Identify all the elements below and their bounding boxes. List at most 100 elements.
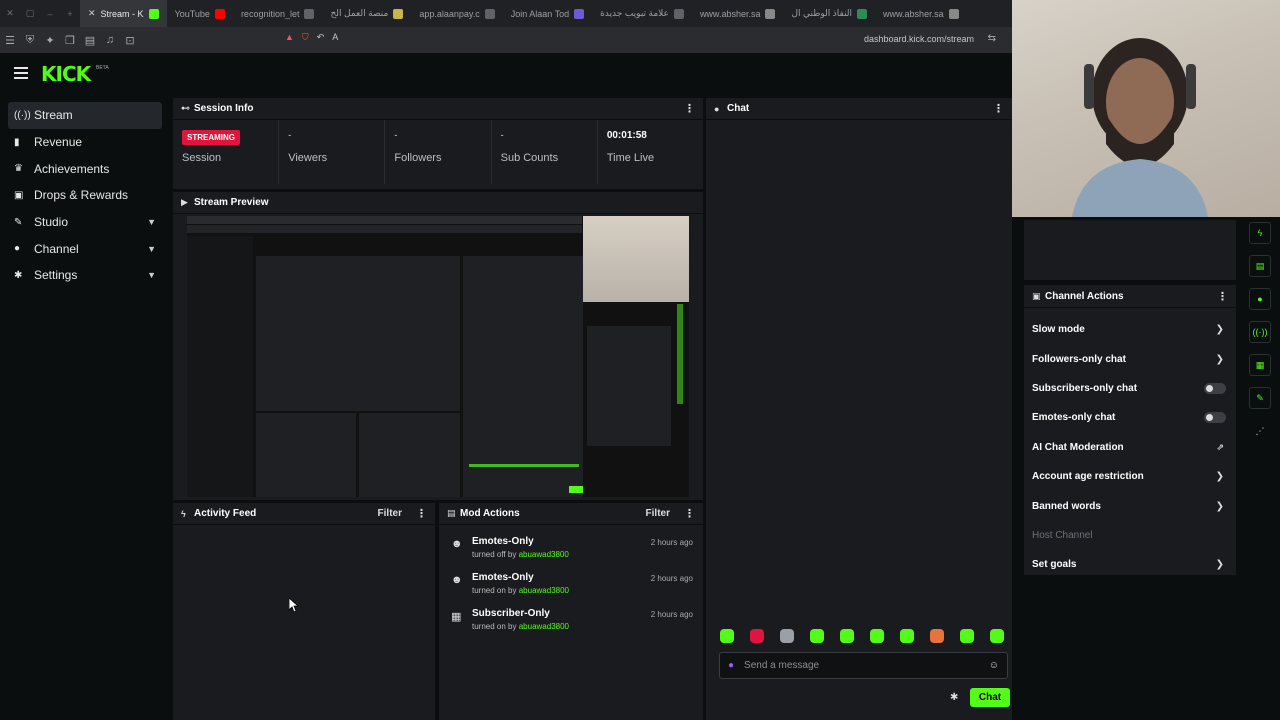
screenshot-icon[interactable]: ⊡ [120,34,140,47]
emoji-icon[interactable]: ☺ [989,660,999,671]
browser-tab[interactable]: منصة العمل الح [322,0,411,27]
emote-icon[interactable] [810,629,824,643]
app-root: ✕ ▢ – + ✕ Stream - K YouTube recognition_le… [0,0,1280,720]
channel-action-slow-mode[interactable]: Slow mode ❯ [1024,315,1236,344]
restore-icon[interactable]: ▢ [20,8,40,19]
channel-action-followers-only-chat[interactable]: Followers-only chat ❯ [1024,344,1236,373]
lightning-icon[interactable]: ϟ [1249,222,1271,244]
chevron-down-icon[interactable]: ▼ [147,217,156,227]
minimize-icon[interactable]: – [40,9,60,19]
chevron-down-icon[interactable]: ▼ [147,270,156,280]
menu-icon[interactable]: ☰ [0,34,20,47]
browser-tab[interactable]: www.absher.sa [692,0,784,27]
external-link-icon[interactable]: ⇗ [1216,442,1224,453]
chat-send-button[interactable]: Chat [970,688,1010,707]
tabs-icon[interactable]: ❐ [60,34,80,47]
emote-icon[interactable] [960,629,974,643]
chevron-right-icon[interactable]: ❯ [1216,354,1224,365]
sidebar-item-drops-rewards[interactable]: ▣ Drops & Rewards [8,182,162,209]
print-icon[interactable]: ▦ [1249,354,1271,376]
browser-tab[interactable]: النفاذ الوطني ال [783,0,875,27]
preview-mod [359,413,460,497]
sidebar-item-revenue[interactable]: ▮ Revenue [8,129,162,156]
sidebar-icon[interactable]: ▤ [80,34,100,47]
undo-icon[interactable]: ↶ [317,32,325,43]
mod-user-link[interactable]: abuawad3800 [519,586,569,595]
emote-icon[interactable] [900,629,914,643]
stat-value: - [500,130,504,140]
preview-chat-button [569,486,583,493]
sidebar-item-studio[interactable]: ✎ Studio ▼ [8,209,162,236]
wrench-icon[interactable]: ✎ [1249,387,1271,409]
channel-action-host-channel: Host Channel [1024,521,1236,550]
chevron-right-icon[interactable]: ❯ [1216,559,1224,570]
channel-action-set-goals[interactable]: Set goals ❯ [1024,550,1236,579]
emote-icon[interactable] [780,629,794,643]
emote-icon[interactable] [990,629,1004,643]
toggle-switch[interactable] [1204,382,1226,394]
channel-actions-kebab-icon[interactable]: ⋮ [1217,290,1228,303]
chat-icon[interactable]: ● [1249,288,1271,310]
channel-action-emotes-only-chat[interactable]: Emotes-only chat [1024,403,1236,432]
music-icon[interactable]: ♫ [100,34,120,46]
mod-filter-button[interactable]: Filter [646,508,670,519]
chat-kebab-icon[interactable]: ⋮ [993,102,1004,115]
emote-icon[interactable] [870,629,884,643]
close-tab-icon[interactable]: ✕ [88,8,96,19]
browser-tab[interactable]: www.absher.sa [875,0,967,27]
warning-icon[interactable]: ▲ [285,32,294,43]
translate-icon[interactable]: A [332,32,338,43]
chat-message-input[interactable]: ● Send a message ☺ [719,652,1008,679]
share-icon[interactable]: ⋰ [1249,420,1271,442]
emote-icon[interactable] [840,629,854,643]
emote-icon[interactable] [930,629,944,643]
microphone-icon[interactable]: ● [728,660,734,671]
stream-preview-video[interactable] [187,216,689,497]
activity-filter-button[interactable]: Filter [378,508,402,519]
mod-user-link[interactable]: abuawad3800 [519,550,569,559]
browser-tab[interactable]: علامة تبويب جديدة [592,0,692,27]
browser-tab[interactable]: Join Alaan Tod [503,0,592,27]
channel-action-subscribers-only-chat[interactable]: Subscribers-only chat [1024,374,1236,403]
new-tab-icon[interactable]: + [60,9,80,19]
brave-shield-icon[interactable]: ⛉ [302,32,309,43]
close-window-icon[interactable]: ✕ [0,8,20,19]
extension-icon[interactable]: ✦ [40,34,60,47]
sidebar-item-stream[interactable]: ((·)) Stream [8,102,162,129]
tab-label: www.absher.sa [883,8,944,19]
browser-tab[interactable]: app.alaanpay.c [411,0,502,27]
chevron-right-icon[interactable]: ❯ [1216,471,1224,482]
chat-settings-gear-icon[interactable]: ✱ [950,692,958,703]
mod-kebab-icon[interactable]: ⋮ [684,507,695,520]
mouse-cursor-icon [289,598,299,612]
sidebar-item-channel[interactable]: ● Channel ▼ [8,235,162,262]
address-bar[interactable]: dashboard.kick.com/stream [864,34,974,44]
shield-icon[interactable]: ⛨ [20,34,40,47]
channel-action-ai-chat-moderation[interactable]: AI Chat Moderation ⇗ [1024,433,1236,462]
favicon-icon [484,8,495,19]
sidebar-item-achievements[interactable]: ♛ Achievements [8,155,162,182]
hamburger-menu-icon[interactable] [14,67,28,79]
channel-action-account-age-restriction[interactable]: Account age restriction ❯ [1024,462,1236,491]
emote-icon[interactable] [750,629,764,643]
broadcast-icon[interactable]: ((·)) [1249,321,1271,343]
link-icon[interactable]: ⇆ [988,33,996,44]
activity-kebab-icon[interactable]: ⋮ [416,507,427,520]
browser-tab[interactable]: recognition_let [233,0,323,27]
chevron-right-icon[interactable]: ❯ [1216,501,1224,512]
channel-action-banned-words[interactable]: Banned words ❯ [1024,491,1236,520]
sidebar-item-settings[interactable]: ✱ Settings ▼ [8,262,162,289]
chevron-right-icon[interactable]: ❯ [1216,324,1224,335]
favicon-icon [857,8,868,19]
browser-tab[interactable]: YouTube [167,0,233,27]
toggle-switch[interactable] [1204,412,1226,424]
sidebar-item-label: Achievements [34,161,110,176]
mod-user-link[interactable]: abuawad3800 [519,622,569,631]
session-kebab-icon[interactable]: ⋮ [684,102,695,115]
chevron-down-icon[interactable]: ▼ [147,244,156,254]
channel-actions-header: ▣ Channel Actions ⋮ [1024,285,1236,308]
emote-icon[interactable] [720,629,734,643]
kick-logo[interactable]: KICK [41,62,91,86]
clipboard-icon[interactable]: ▤ [1249,255,1271,277]
browser-tab[interactable]: ✕ Stream - K [80,0,167,27]
